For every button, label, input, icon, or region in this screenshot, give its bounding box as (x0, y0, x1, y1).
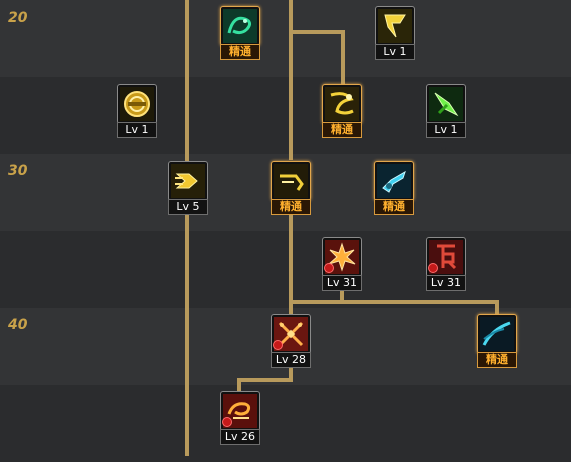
skill-level-label: 精通 (271, 199, 311, 215)
tree-connector (237, 378, 293, 382)
skill-level-label: Lv 1 (375, 44, 415, 60)
skill-level-label: 精通 (477, 352, 517, 368)
skill-node[interactable]: 精通 (220, 6, 260, 60)
alert-icon (273, 340, 283, 350)
skill-level-label: Lv 28 (271, 352, 311, 368)
row-band (0, 231, 571, 308)
alert-icon (428, 263, 438, 273)
tree-connector (289, 30, 345, 34)
skill-level-label: Lv 1 (426, 122, 466, 138)
tree-connector (495, 300, 499, 314)
alert-icon (324, 263, 334, 273)
yellow-dash-icon (168, 161, 208, 201)
skill-node[interactable]: 精通 (271, 161, 311, 215)
skill-node[interactable]: 精通 (477, 314, 517, 368)
alert-icon (222, 417, 232, 427)
skill-level-label: 精通 (220, 44, 260, 60)
row-band (0, 385, 571, 462)
skill-level-label: Lv 31 (426, 275, 466, 291)
skill-node[interactable]: Lv 1 (426, 84, 466, 138)
row-band (0, 0, 571, 77)
gold-orb-icon (117, 84, 157, 124)
skill-node[interactable]: Lv 1 (375, 6, 415, 60)
cyan-wave-icon (477, 314, 517, 354)
skill-level-label: Lv 5 (168, 199, 208, 215)
row-band (0, 77, 571, 154)
skill-level-label: Lv 1 (117, 122, 157, 138)
tree-connector (289, 300, 499, 304)
level-label-30: 30 (8, 163, 28, 179)
skill-node[interactable]: 精通 (322, 84, 362, 138)
green-blade-icon (426, 84, 466, 124)
skill-node[interactable]: Lv 31 (426, 237, 466, 291)
skill-level-label: Lv 31 (322, 275, 362, 291)
skill-level-label: 精通 (374, 199, 414, 215)
yellow-hook-icon (271, 161, 311, 201)
skill-level-label: 精通 (322, 122, 362, 138)
yellow-whirl-icon (322, 84, 362, 124)
green-dragon-icon (220, 6, 260, 46)
level-label-40: 40 (8, 317, 28, 333)
yellow-shield-icon (375, 6, 415, 46)
tree-connector (237, 378, 241, 392)
skill-node[interactable]: Lv 26 (220, 391, 260, 445)
level-label-20: 20 (8, 10, 28, 26)
tree-connector (341, 30, 345, 84)
skill-node[interactable]: Lv 1 (117, 84, 157, 138)
skill-node[interactable]: 精通 (374, 161, 414, 215)
cyan-gun-icon (374, 161, 414, 201)
skill-node[interactable]: Lv 5 (168, 161, 208, 215)
skill-node[interactable]: Lv 31 (322, 237, 362, 291)
skill-level-label: Lv 26 (220, 429, 260, 445)
tree-connector (185, 0, 189, 456)
skill-node[interactable]: Lv 28 (271, 314, 311, 368)
tree-connector (289, 0, 293, 160)
